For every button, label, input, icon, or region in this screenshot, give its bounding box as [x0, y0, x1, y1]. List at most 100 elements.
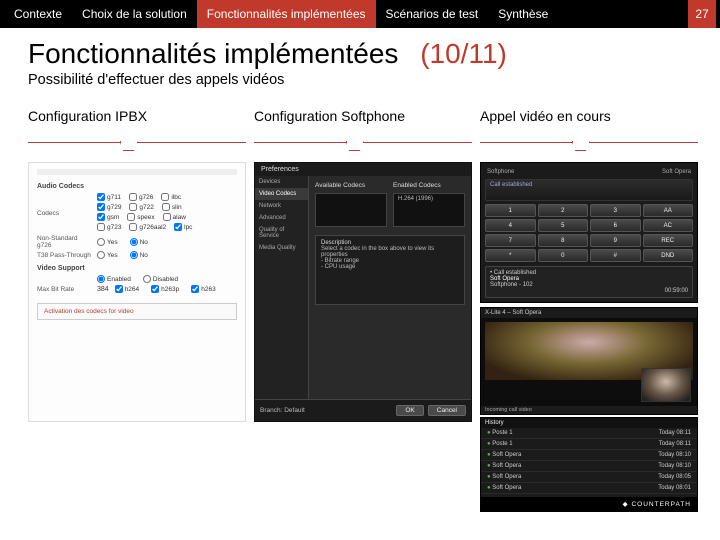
- desc-body: Select a codec in the box above to view …: [321, 246, 459, 258]
- history-time: Today 08:05: [658, 474, 691, 480]
- title-counter: (10/11): [420, 38, 507, 69]
- video-window-title: X-Lite 4 – Soft Opera: [481, 308, 697, 318]
- codec-g723[interactable]: [97, 223, 105, 231]
- ipbx-video-section: Video Support: [37, 265, 237, 272]
- codec-g726[interactable]: [129, 193, 137, 201]
- col-ipbx-heading: Configuration IPBX: [28, 108, 246, 142]
- ok-button[interactable]: OK: [396, 405, 423, 416]
- key-8[interactable]: 8: [538, 234, 589, 247]
- history-time: Today 08:10: [658, 463, 691, 469]
- vcodec-h263p[interactable]: [151, 285, 159, 293]
- col-video-heading: Appel vidéo en cours: [480, 108, 698, 142]
- codec-speex[interactable]: [127, 213, 135, 221]
- history-name: Poste 1: [487, 441, 513, 447]
- t38-no[interactable]: [130, 251, 138, 259]
- dial-keypad: 123AA 456AC 789REC *0#DND: [485, 204, 693, 262]
- history-row[interactable]: Soft Opera Today 08:05: [481, 472, 697, 483]
- call-history: History Poste 1Today 08:11Poste 1Today 0…: [480, 417, 698, 512]
- key-3[interactable]: 3: [590, 204, 641, 217]
- ipbx-audio-section: Audio Codecs: [37, 183, 237, 190]
- tab-fonctionnalites[interactable]: Fonctionnalités implémentées: [197, 0, 376, 28]
- avail-codecs-list[interactable]: [315, 193, 387, 227]
- video-window-footer: Incoming call video: [481, 406, 697, 414]
- ipbx-panel: Audio Codecs Codecs g711 g726 ilbc g729 …: [28, 162, 246, 422]
- history-time: Today 08:11: [659, 441, 691, 447]
- key-5[interactable]: 5: [538, 219, 589, 232]
- top-nav: Contexte Choix de la solution Fonctionna…: [0, 0, 720, 28]
- separator: [254, 142, 472, 154]
- video-window: X-Lite 4 – Soft Opera Incoming call vide…: [480, 307, 698, 415]
- key-*[interactable]: *: [485, 249, 536, 262]
- key-#[interactable]: #: [590, 249, 641, 262]
- col-ipbx: Configuration IPBX Audio Codecs Codecs g…: [28, 108, 246, 512]
- softphone-peer: Soft Opera: [662, 169, 691, 175]
- vcodec-h264[interactable]: [115, 285, 123, 293]
- title-main: Fonctionnalités implémentées: [28, 38, 398, 69]
- side-devices[interactable]: Devices: [255, 176, 308, 188]
- page-number: 27: [688, 0, 716, 28]
- col-video-call: Appel vidéo en cours Softphone Soft Oper…: [480, 108, 698, 512]
- history-time: Today 08:10: [658, 452, 691, 458]
- codec-g729[interactable]: [97, 203, 105, 211]
- prefs-window: Preferences Devices Video Codecs Network…: [254, 162, 472, 422]
- key-2[interactable]: 2: [538, 204, 589, 217]
- key-ac[interactable]: AC: [643, 219, 694, 232]
- side-network[interactable]: Network: [255, 200, 308, 212]
- slide-subtitle: Possibilité d'effectuer des appels vidéo…: [0, 70, 720, 102]
- key-4[interactable]: 4: [485, 219, 536, 232]
- t38-yes[interactable]: [97, 251, 105, 259]
- history-name: Soft Opera: [487, 474, 521, 480]
- tab-scenarios[interactable]: Scénarios de test: [376, 0, 489, 28]
- cancel-button[interactable]: Cancel: [428, 405, 466, 416]
- codec-alaw[interactable]: [163, 213, 171, 221]
- history-time: Today 08:11: [659, 430, 691, 436]
- key-9[interactable]: 9: [590, 234, 641, 247]
- codec-lpc[interactable]: [174, 223, 182, 231]
- tab-synthese[interactable]: Synthèse: [488, 0, 558, 28]
- key-rec[interactable]: REC: [643, 234, 694, 247]
- codec-description: Description Select a codec in the box ab…: [315, 235, 465, 305]
- codec-g726aal2[interactable]: [129, 223, 137, 231]
- key-7[interactable]: 7: [485, 234, 536, 247]
- nonstd-yes[interactable]: [97, 238, 105, 246]
- codec-slin[interactable]: [162, 203, 170, 211]
- tab-contexte[interactable]: Contexte: [4, 0, 72, 28]
- video-enabled[interactable]: [97, 275, 105, 283]
- video-call-panel: Softphone Soft Opera Call established 12…: [480, 162, 698, 512]
- codec-g722[interactable]: [129, 203, 137, 211]
- nonstd-label: Non-Standard g726: [37, 235, 91, 249]
- t38-label: T38 Pass-Through: [37, 252, 91, 259]
- codec-gsm[interactable]: [97, 213, 105, 221]
- nonstd-no[interactable]: [130, 238, 138, 246]
- side-advanced[interactable]: Advanced: [255, 212, 308, 224]
- side-video-codecs[interactable]: Video Codecs: [255, 188, 308, 200]
- brand-footer: ◆ COUNTERPATH: [481, 497, 697, 511]
- desc-line2: - CPU usage: [321, 264, 459, 270]
- history-time: Today 08:01: [658, 485, 691, 491]
- softphone-app: Softphone Soft Opera Call established 12…: [480, 162, 698, 303]
- tab-choix[interactable]: Choix de la solution: [72, 0, 197, 28]
- key-1[interactable]: 1: [485, 204, 536, 217]
- codec-ilbc[interactable]: [161, 193, 169, 201]
- key-0[interactable]: 0: [538, 249, 589, 262]
- col-softphone: Configuration Softphone Preferences Devi…: [254, 108, 472, 512]
- video-disabled[interactable]: [143, 275, 151, 283]
- history-name: Soft Opera: [487, 463, 521, 469]
- history-name: Soft Opera: [487, 452, 521, 458]
- history-row[interactable]: Soft OperaToday 08:01: [481, 483, 697, 494]
- history-row[interactable]: Soft Opera Today 08:10: [481, 461, 697, 472]
- history-row[interactable]: Soft Opera Today 08:10: [481, 450, 697, 461]
- maxbit-label: Max Bit Rate: [37, 286, 91, 293]
- key-dnd[interactable]: DND: [643, 249, 694, 262]
- side-media[interactable]: Media Quality: [255, 242, 308, 254]
- vcodec-h263[interactable]: [191, 285, 199, 293]
- history-row[interactable]: Poste 1 Today 08:11: [481, 439, 697, 450]
- history-row[interactable]: Poste 1 Today 08:11: [481, 428, 697, 439]
- key-aa[interactable]: AA: [643, 204, 694, 217]
- side-qos[interactable]: Quality of Service: [255, 224, 308, 242]
- key-6[interactable]: 6: [590, 219, 641, 232]
- history-name: Poste 1: [487, 430, 513, 436]
- codec-g711[interactable]: [97, 193, 105, 201]
- enabled-codecs-list[interactable]: H.264 (1996): [393, 193, 465, 227]
- separator: [28, 142, 246, 154]
